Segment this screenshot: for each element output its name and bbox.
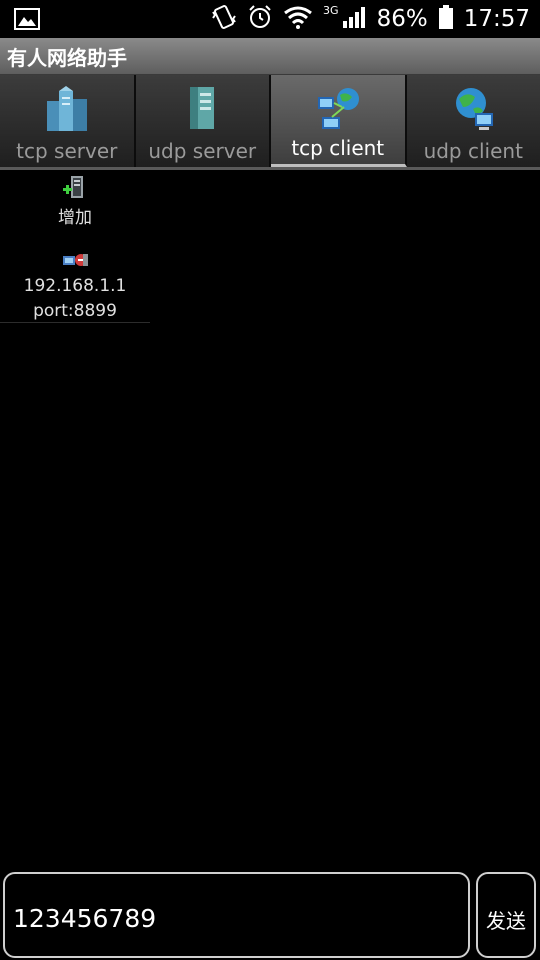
tab-label: tcp client [291, 136, 385, 160]
tab-label: udp client [423, 139, 523, 163]
tab-divider [0, 167, 540, 170]
connection-port: port:8899 [33, 301, 117, 321]
send-button-label: 发送 [486, 909, 526, 933]
clock-time: 17:57 [463, 6, 530, 32]
mode-tabs: tcp server udp server tcp client udp cli… [0, 75, 540, 167]
network-type-label: 3G [323, 3, 339, 17]
tab-tcp-server[interactable]: tcp server [0, 75, 136, 167]
udp-server-icon [178, 83, 226, 135]
battery-icon [438, 4, 454, 34]
status-bar: 3G 86% 17:57 [0, 0, 540, 38]
tab-udp-server[interactable]: udp server [135, 75, 271, 167]
udp-client-icon [449, 83, 497, 135]
app-title-bar: 有人网络助手 [0, 38, 540, 75]
tab-tcp-client[interactable]: tcp client [271, 75, 407, 167]
app-title: 有人网络助手 [7, 46, 127, 70]
tcp-server-icon [43, 83, 91, 135]
tab-label: tcp server [16, 139, 118, 163]
message-input-value: 123456789 [13, 904, 157, 933]
signal-icon [341, 5, 367, 33]
tab-udp-client[interactable]: udp client [406, 75, 540, 167]
tab-label: udp server [148, 139, 257, 163]
message-input[interactable]: 123456789 [3, 872, 470, 958]
tcp-client-icon [314, 83, 362, 135]
wifi-icon [283, 5, 313, 33]
add-label: 增加 [58, 208, 92, 228]
battery-percent: 86% [376, 6, 428, 32]
connection-ip: 192.168.1.1 [23, 276, 127, 296]
alarm-icon [247, 4, 273, 34]
add-connection-button[interactable]: 增加 [0, 172, 150, 230]
vibrate-icon [211, 4, 237, 34]
send-button[interactable]: 发送 [476, 872, 536, 958]
connection-item[interactable]: 192.168.1.1 port:8899 [0, 246, 150, 323]
gallery-notification-icon [14, 7, 40, 35]
connection-icon [0, 246, 150, 274]
add-server-icon [0, 172, 150, 206]
